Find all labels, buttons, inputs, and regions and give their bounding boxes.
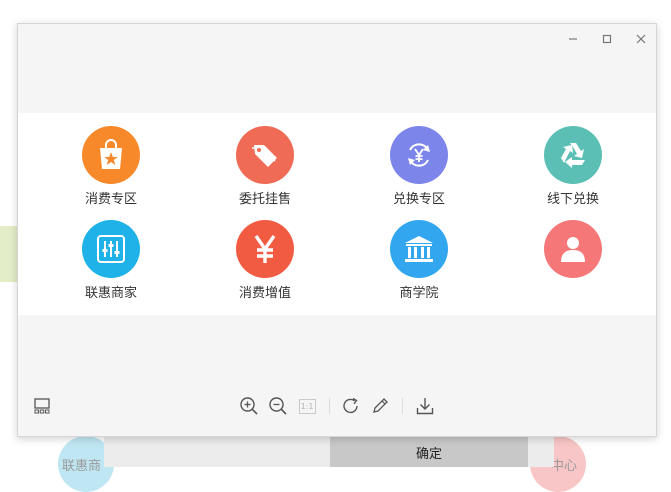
rotate-icon[interactable]	[339, 394, 363, 418]
menu-item-consignment: 委托挂售	[215, 126, 315, 207]
menu-item-exchange-zone: 兑换专区	[369, 126, 469, 207]
user-icon	[544, 220, 602, 278]
menu-item-label: 线下兑换	[546, 192, 599, 207]
institution-icon	[390, 220, 448, 278]
zoom-in-icon[interactable]	[237, 394, 261, 418]
menu-item-label: 消费专区	[84, 192, 137, 207]
close-icon[interactable]	[627, 28, 655, 50]
menu-item-label: 商学院	[399, 286, 439, 301]
price-tag-icon	[236, 126, 294, 184]
background-label-right: 中心	[551, 459, 578, 474]
minimize-icon[interactable]	[559, 28, 587, 50]
edit-icon[interactable]	[368, 394, 392, 418]
toolbar-divider	[329, 398, 330, 414]
menu-item-label	[523, 282, 623, 300]
download-icon[interactable]	[413, 394, 437, 418]
menu-item-offline-exchange: 线下兑换	[523, 126, 623, 207]
image-viewer-window: 消费专区 委托挂售 兑换专区 线下兑换 联惠商家 消费增值 商学院 1:1	[17, 23, 657, 437]
menu-item-label: 兑换专区	[392, 192, 445, 207]
background-banner	[0, 226, 18, 282]
menu-item-consumption-appreciation: 消费增值	[215, 220, 315, 301]
menu-item-profile	[523, 220, 623, 300]
confirm-button[interactable]: 确定	[330, 437, 528, 467]
toolbar-divider	[402, 398, 403, 414]
menu-item-business-school: 商学院	[369, 220, 469, 301]
yuan-exchange-icon	[390, 126, 448, 184]
actual-size-label: 1:1	[298, 398, 316, 414]
background-label-left: 联惠商	[62, 459, 102, 474]
maximize-icon[interactable]	[593, 28, 621, 50]
menu-item-label: 消费增值	[238, 286, 291, 301]
yuan-icon	[236, 220, 294, 278]
menu-item-consumption: 消费专区	[61, 126, 161, 207]
displayed-image: 消费专区 委托挂售 兑换专区 线下兑换 联惠商家 消费增值 商学院	[18, 113, 656, 315]
equalizer-icon	[82, 220, 140, 278]
menu-item-label: 委托挂售	[238, 192, 291, 207]
zoom-out-icon[interactable]	[266, 394, 290, 418]
recycle-icon	[544, 126, 602, 184]
menu-item-label: 联惠商家	[84, 286, 137, 301]
thumbnail-icon[interactable]	[30, 394, 54, 418]
shopping-bag-icon	[82, 126, 140, 184]
menu-item-merchants: 联惠商家	[61, 220, 161, 301]
actual-size-icon[interactable]: 1:1	[295, 394, 319, 418]
